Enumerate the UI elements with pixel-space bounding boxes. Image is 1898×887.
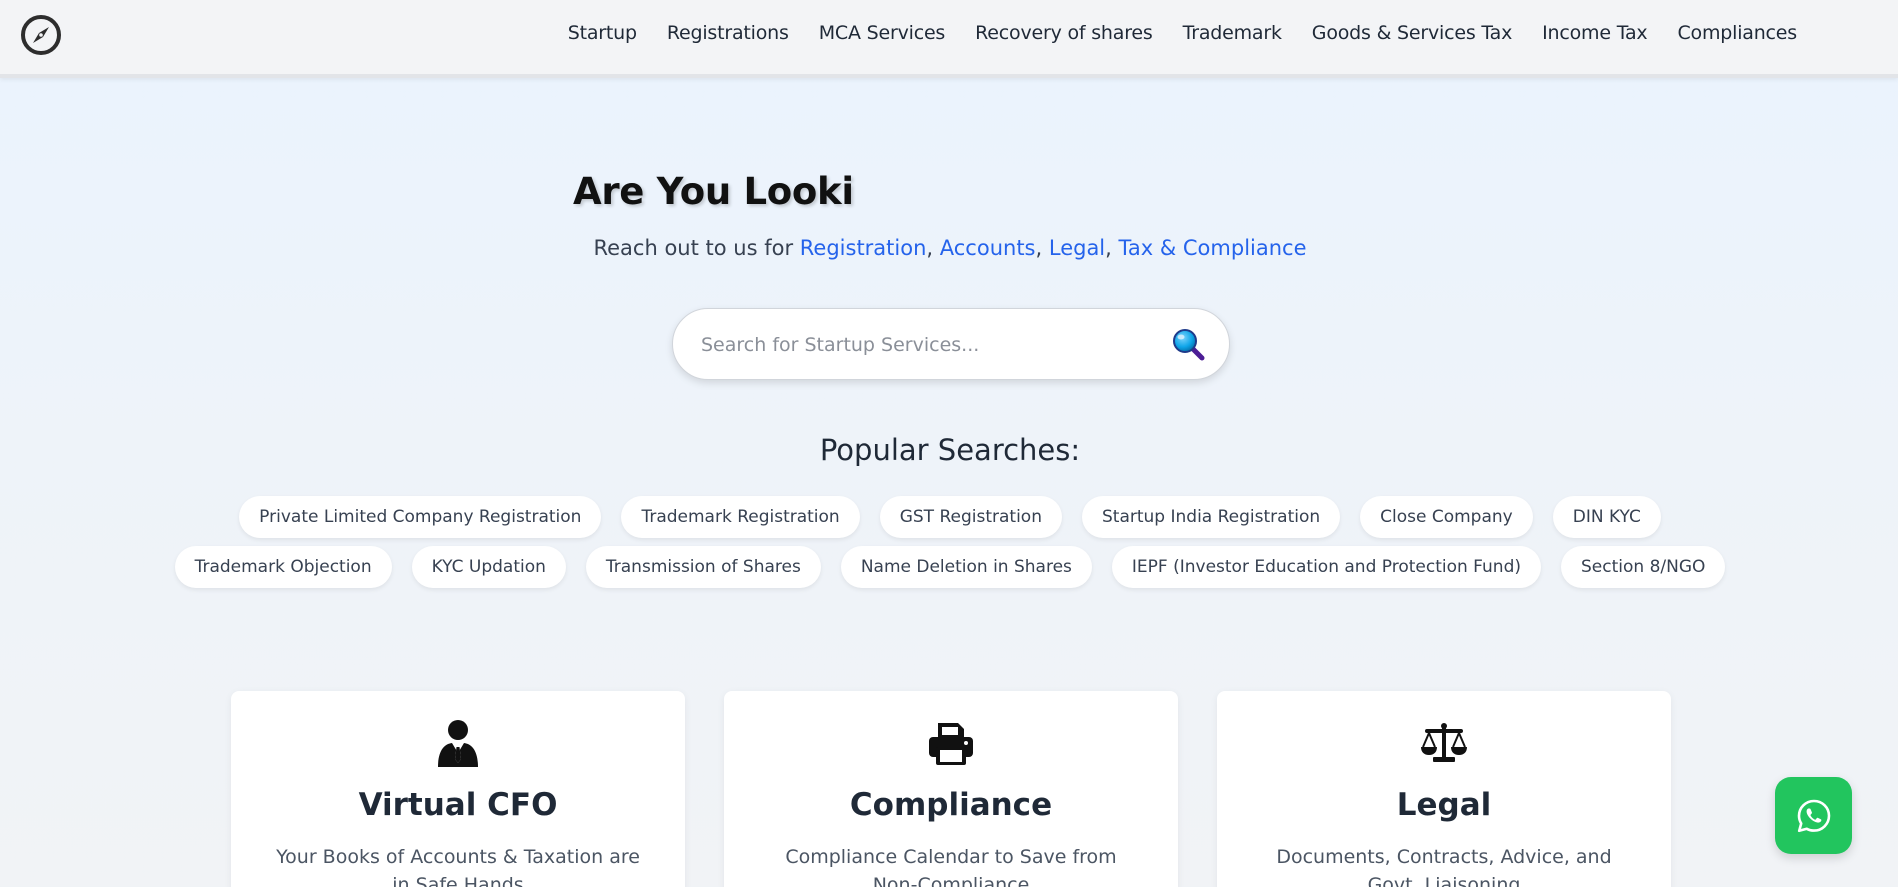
- site-header: Startup Registrations MCA Services Recov…: [0, 0, 1898, 78]
- nav-item-trademark[interactable]: Trademark: [1183, 22, 1282, 44]
- card-description: Your Books of Accounts & Taxation are in…: [276, 846, 640, 887]
- highlight-separator: ,: [1035, 236, 1049, 260]
- compass-logo-icon[interactable]: [20, 14, 62, 56]
- nav-item-registrations[interactable]: Registrations: [667, 22, 789, 44]
- card-title: Legal: [1396, 787, 1492, 823]
- chip-iepf[interactable]: IEPF (Investor Education and Protection …: [1111, 546, 1542, 588]
- nav-item-income-tax[interactable]: Income Tax: [1542, 22, 1648, 44]
- search-icon[interactable]: [1171, 327, 1207, 363]
- service-card-virtual-cfo[interactable]: Virtual CFO Your Books of Accounts & Tax…: [231, 691, 685, 887]
- highlight-legal: Legal: [1048, 236, 1106, 260]
- main-nav: Startup Registrations MCA Services Recov…: [568, 22, 1797, 44]
- chip-kyc-updation[interactable]: KYC Updation: [411, 546, 566, 588]
- card-title: Virtual CFO: [358, 787, 558, 823]
- chip-transmission-of-shares[interactable]: Transmission of Shares: [585, 546, 821, 588]
- highlight-separator: ,: [926, 236, 940, 260]
- highlight-separator: ,: [1105, 236, 1119, 260]
- chip-din-kyc[interactable]: DIN KYC: [1552, 496, 1661, 538]
- card-description: Documents, Contracts, Advice, and Govt. …: [1276, 846, 1612, 887]
- nav-item-recovery-of-shares[interactable]: Recovery of shares: [975, 22, 1153, 44]
- popular-searches-title: Popular Searches:: [819, 433, 1081, 467]
- popular-searches-row-1: Private Limited Company Registration Tra…: [0, 496, 1898, 538]
- chip-trademark-registration[interactable]: Trademark Registration: [621, 496, 860, 538]
- whatsapp-icon: [1797, 799, 1830, 832]
- service-card-legal[interactable]: Legal Documents, Contracts, Advice, and …: [1217, 691, 1671, 887]
- chip-section-8-ngo[interactable]: Section 8/NGO: [1561, 546, 1726, 588]
- nav-item-mca-services[interactable]: MCA Services: [819, 22, 946, 44]
- highlight-registration: Registration: [799, 236, 927, 260]
- service-card-compliance[interactable]: Compliance Compliance Calendar to Save f…: [724, 691, 1178, 887]
- chip-gst-registration[interactable]: GST Registration: [879, 496, 1062, 538]
- card-title: Compliance: [849, 787, 1053, 823]
- whatsapp-button[interactable]: [1775, 777, 1852, 854]
- nav-item-startup[interactable]: Startup: [568, 22, 637, 44]
- card-description: Compliance Calendar to Save from Non-Com…: [785, 846, 1117, 887]
- chip-name-deletion-in-shares[interactable]: Name Deletion in Shares: [840, 546, 1092, 588]
- chip-close-company[interactable]: Close Company: [1360, 496, 1533, 538]
- search-input[interactable]: [701, 327, 1141, 363]
- popular-searches-row-2: Trademark Objection KYC Updation Transmi…: [0, 546, 1898, 588]
- hero-subtitle: Reach out to us for Registration, Accoun…: [0, 236, 1898, 260]
- printer-icon: [724, 719, 1178, 769]
- search-box: [672, 308, 1230, 380]
- hero-subtitle-prefix: Reach out to us for: [593, 236, 800, 260]
- nav-item-compliances[interactable]: Compliances: [1677, 22, 1797, 44]
- highlight-accounts: Accounts: [939, 236, 1036, 260]
- chip-startup-india-registration[interactable]: Startup India Registration: [1082, 496, 1341, 538]
- chip-trademark-objection[interactable]: Trademark Objection: [174, 546, 392, 588]
- person-tie-icon: [231, 719, 685, 769]
- nav-item-gst[interactable]: Goods & Services Tax: [1312, 22, 1513, 44]
- hero-title: Are You Looki: [573, 170, 854, 213]
- scale-icon: [1217, 719, 1671, 769]
- highlight-tax-compliance: Tax & Compliance: [1118, 236, 1307, 260]
- chip-private-limited-company[interactable]: Private Limited Company Registration: [239, 496, 602, 538]
